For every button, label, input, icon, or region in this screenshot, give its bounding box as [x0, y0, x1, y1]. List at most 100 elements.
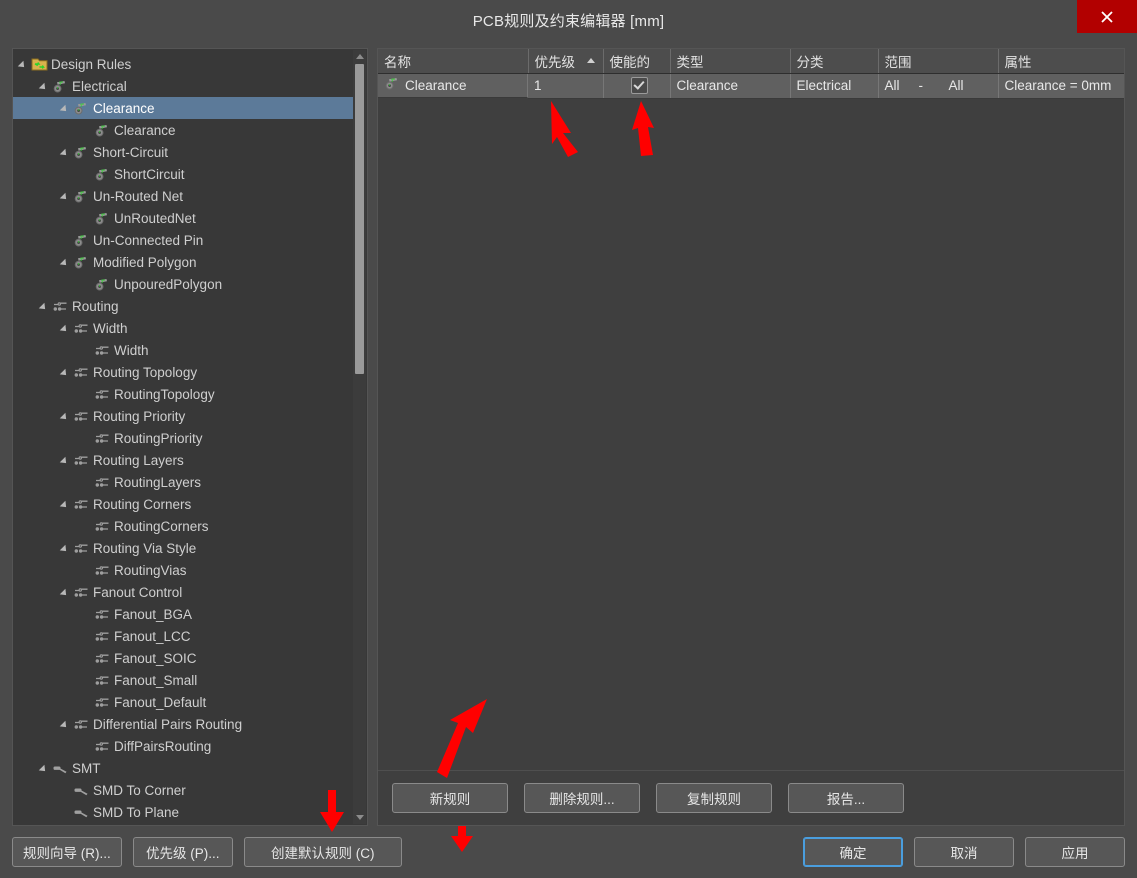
tree-item-smd-to-plane[interactable]: SMD To Plane	[13, 801, 353, 823]
tree-item-un-connected-pin[interactable]: Un-Connected Pin	[13, 229, 353, 251]
column-header-2[interactable]: 使能的	[603, 49, 670, 73]
collapse-triangle-icon[interactable]	[38, 299, 52, 313]
table-row[interactable]: Clearance1ClearanceElectricalAll-AllClea…	[378, 73, 1124, 98]
apply-button[interactable]: 应用	[1025, 837, 1125, 867]
electrical-icon	[73, 233, 90, 248]
tree-item-width[interactable]: Width	[13, 317, 353, 339]
delete-rule-button[interactable]: 删除规则...	[524, 783, 640, 813]
tree-item-routingpriority[interactable]: RoutingPriority	[13, 427, 353, 449]
tree-item-label: Clearance	[114, 123, 176, 138]
tree-item-routing[interactable]: Routing	[13, 295, 353, 317]
tree-item-fanout-small[interactable]: Fanout_Small	[13, 669, 353, 691]
rules-grid-panel: 名称优先级使能的类型分类范围属性 Clearance1ClearanceElec…	[377, 48, 1125, 826]
cell-enabled[interactable]	[603, 73, 670, 98]
collapse-triangle-icon[interactable]	[59, 365, 73, 379]
tree-item-differential-pairs-routing[interactable]: Differential Pairs Routing	[13, 713, 353, 735]
scroll-up-arrow[interactable]	[353, 50, 366, 63]
create-default-rules-button[interactable]: 创建默认规则 (C)	[244, 837, 402, 867]
tree-item-fanout-lcc[interactable]: Fanout_LCC	[13, 625, 353, 647]
collapse-triangle-icon[interactable]	[59, 321, 73, 335]
collapse-triangle-icon[interactable]	[38, 761, 52, 775]
rule-wizard-button[interactable]: 规则向导 (R)...	[12, 837, 122, 867]
tree-item-label: RoutingTopology	[114, 387, 215, 402]
cancel-button[interactable]: 取消	[914, 837, 1014, 867]
electrical-icon	[52, 79, 69, 94]
column-header-3[interactable]: 类型	[670, 49, 790, 73]
tree-item-fanout-control[interactable]: Fanout Control	[13, 581, 353, 603]
new-rule-button[interactable]: 新规则	[392, 783, 508, 813]
tree-item-routing-topology[interactable]: Routing Topology	[13, 361, 353, 383]
tree-item-routing-corners[interactable]: Routing Corners	[13, 493, 353, 515]
routing-icon	[94, 563, 111, 578]
electrical-icon	[384, 76, 401, 94]
tree-item-width[interactable]: Width	[13, 339, 353, 361]
routing-icon	[94, 629, 111, 644]
routing-icon	[94, 673, 111, 688]
collapse-triangle-icon[interactable]	[17, 57, 31, 71]
tree-item-fanout-soic[interactable]: Fanout_SOIC	[13, 647, 353, 669]
close-button[interactable]	[1077, 0, 1137, 33]
cell-priority[interactable]: 1	[528, 73, 603, 98]
tree-item-routingcorners[interactable]: RoutingCorners	[13, 515, 353, 537]
scrollbar-thumb[interactable]	[355, 64, 364, 374]
tree-item-design-rules[interactable]: Design Rules	[13, 53, 353, 75]
tree-item-clearance[interactable]: Clearance	[13, 97, 353, 119]
scroll-down-arrow[interactable]	[353, 811, 366, 824]
tree-item-modified-polygon[interactable]: Modified Polygon	[13, 251, 353, 273]
column-header-1[interactable]: 优先级	[528, 49, 603, 73]
cell-category[interactable]: Electrical	[790, 73, 878, 98]
collapse-triangle-icon[interactable]	[59, 145, 73, 159]
cell-rule-name[interactable]: Clearance	[378, 74, 528, 98]
collapse-triangle-icon[interactable]	[59, 101, 73, 115]
priorities-button[interactable]: 优先级 (P)...	[133, 837, 233, 867]
tree-item-smt[interactable]: SMT	[13, 757, 353, 779]
column-header-5[interactable]: 范围	[878, 49, 998, 73]
tree-item-routinglayers[interactable]: RoutingLayers	[13, 471, 353, 493]
tree-indent-spacer	[80, 431, 94, 445]
collapse-triangle-icon[interactable]	[59, 585, 73, 599]
enabled-checkbox[interactable]	[631, 77, 648, 94]
duplicate-rule-button[interactable]: 复制规则	[656, 783, 772, 813]
tree-item-routing-priority[interactable]: Routing Priority	[13, 405, 353, 427]
cell-type[interactable]: Clearance	[670, 73, 790, 98]
collapse-triangle-icon[interactable]	[59, 255, 73, 269]
cell-scope[interactable]: All-All	[878, 73, 998, 98]
tree-item-unpouredpolygon[interactable]: UnpouredPolygon	[13, 273, 353, 295]
collapse-triangle-icon[interactable]	[59, 409, 73, 423]
collapse-triangle-icon[interactable]	[59, 189, 73, 203]
tree-item-diffpairsrouting[interactable]: DiffPairsRouting	[13, 735, 353, 757]
collapse-triangle-icon[interactable]	[59, 453, 73, 467]
routing-icon	[94, 475, 111, 490]
smt-icon	[52, 761, 69, 776]
collapse-triangle-icon[interactable]	[59, 541, 73, 555]
column-header-6[interactable]: 属性	[998, 49, 1124, 73]
cell-attributes[interactable]: Clearance = 0mm	[998, 73, 1124, 98]
tree-item-unroutednet[interactable]: UnRoutedNet	[13, 207, 353, 229]
tree-item-routing-via-style[interactable]: Routing Via Style	[13, 537, 353, 559]
tree-vertical-scrollbar[interactable]	[353, 50, 366, 824]
tree-item-clearance[interactable]: Clearance	[13, 119, 353, 141]
table-body: Clearance1ClearanceElectricalAll-AllClea…	[378, 73, 1124, 98]
report-button[interactable]: 报告...	[788, 783, 904, 813]
tree-item-routingtopology[interactable]: RoutingTopology	[13, 383, 353, 405]
tree-item-smd-to-corner[interactable]: SMD To Corner	[13, 779, 353, 801]
tree-item-routing-layers[interactable]: Routing Layers	[13, 449, 353, 471]
tree-item-routingvias[interactable]: RoutingVias	[13, 559, 353, 581]
collapse-triangle-icon[interactable]	[59, 497, 73, 511]
routing-icon	[94, 673, 111, 688]
folder-rules-icon	[31, 57, 48, 72]
tree-item-fanout-bga[interactable]: Fanout_BGA	[13, 603, 353, 625]
collapse-triangle-icon[interactable]	[59, 717, 73, 731]
tree-item-electrical[interactable]: Electrical	[13, 75, 353, 97]
ok-button[interactable]: 确定	[803, 837, 903, 867]
column-header-0[interactable]: 名称	[378, 49, 528, 73]
column-header-label: 使能的	[610, 55, 651, 70]
tree-item-shortcircuit[interactable]: ShortCircuit	[13, 163, 353, 185]
rules-tree[interactable]: Design RulesElectricalClearanceClearance…	[13, 49, 353, 825]
tree-item-un-routed-net[interactable]: Un-Routed Net	[13, 185, 353, 207]
tree-item-fanout-default[interactable]: Fanout_Default	[13, 691, 353, 713]
title-bar: PCB规则及约束编辑器 [mm]	[0, 0, 1137, 40]
collapse-triangle-icon[interactable]	[38, 79, 52, 93]
tree-item-short-circuit[interactable]: Short-Circuit	[13, 141, 353, 163]
column-header-4[interactable]: 分类	[790, 49, 878, 73]
